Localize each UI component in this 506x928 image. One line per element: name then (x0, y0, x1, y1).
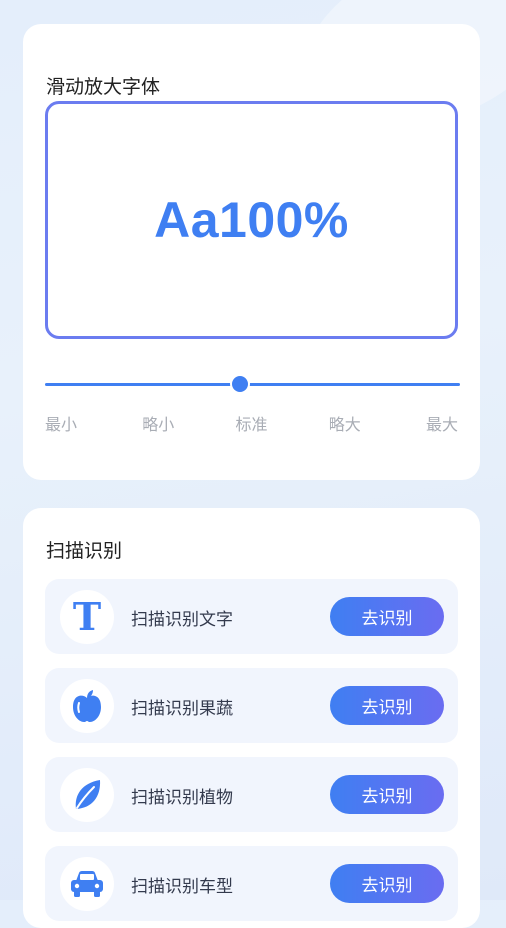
recognize-car-button[interactable]: 去识别 (330, 864, 444, 903)
scan-item-car[interactable]: 扫描识别车型 去识别 (45, 846, 458, 921)
apple-icon (60, 679, 114, 733)
scan-item-fruit-veg[interactable]: 扫描识别果蔬 去识别 (45, 668, 458, 743)
font-preview-box: Aa100% (45, 101, 458, 339)
recognize-fruit-veg-button[interactable]: 去识别 (330, 686, 444, 725)
scan-item-plant[interactable]: 扫描识别植物 去识别 (45, 757, 458, 832)
recognize-plant-button[interactable]: 去识别 (330, 775, 444, 814)
slider-label-larger[interactable]: 略大 (325, 411, 365, 435)
slider-label-standard[interactable]: 标准 (232, 411, 272, 435)
scan-item-label: 扫描识别文字 (131, 610, 233, 630)
slider-thumb[interactable] (232, 376, 248, 392)
font-size-card: 滑动放大字体 Aa100% 最小 略小 标准 略大 最大 (23, 24, 480, 480)
text-t-icon: T (60, 590, 114, 644)
slider-label-smaller[interactable]: 略小 (138, 411, 178, 435)
recognize-text-button[interactable]: 去识别 (330, 597, 444, 636)
scan-card-title: 扫描识别 (46, 540, 123, 562)
scan-item-label: 扫描识别植物 (131, 788, 233, 808)
scan-item-text[interactable]: T 扫描识别文字 去识别 (45, 579, 458, 654)
scan-item-label: 扫描识别果蔬 (131, 699, 233, 719)
font-preview-text: Aa100% (154, 192, 349, 248)
slider-labels: 最小 略小 标准 略大 最大 (45, 411, 458, 435)
slider-label-largest[interactable]: 最大 (418, 411, 458, 435)
slider-track[interactable] (45, 383, 460, 386)
car-icon (60, 857, 114, 911)
font-size-slider[interactable] (45, 370, 460, 392)
leaf-icon (60, 768, 114, 822)
scan-recognition-card: 扫描识别 T 扫描识别文字 去识别 扫描识别果蔬 去识别 扫描识别植物 去识别 (23, 508, 480, 928)
slider-label-smallest[interactable]: 最小 (45, 411, 85, 435)
font-card-title: 滑动放大字体 (46, 76, 161, 98)
scan-item-label: 扫描识别车型 (131, 877, 233, 897)
